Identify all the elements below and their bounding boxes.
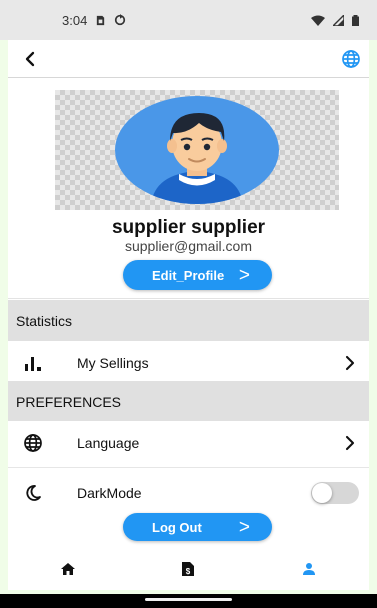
- chevron-right-icon: [345, 355, 355, 371]
- status-right: [311, 14, 359, 26]
- preferences-header: PREFERENCES: [8, 381, 369, 422]
- signal-icon: [333, 14, 344, 26]
- app-bar: [8, 40, 369, 78]
- log-out-button[interactable]: Log Out >: [123, 513, 272, 541]
- nav-orders[interactable]: $: [158, 548, 218, 590]
- log-out-label: Log Out: [152, 519, 202, 535]
- statistics-header-label: Statistics: [16, 312, 73, 329]
- avatar: [55, 90, 339, 210]
- darkmode-toggle[interactable]: [311, 482, 359, 504]
- wifi-icon: [311, 15, 325, 26]
- row-divider: [8, 467, 369, 468]
- sync-icon: [115, 14, 126, 26]
- svg-text:$: $: [186, 567, 191, 576]
- profile-name: supplier supplier: [111, 217, 266, 238]
- language-button[interactable]: [341, 49, 361, 69]
- status-time: 3:04: [62, 12, 88, 28]
- darkmode-label: DarkMode: [77, 485, 142, 501]
- nav-home[interactable]: [38, 548, 98, 590]
- my-sellings-label: My Sellings: [77, 355, 149, 371]
- edit-profile-button[interactable]: Edit_Profile >: [123, 260, 272, 290]
- chevron-right-icon: [345, 435, 355, 451]
- chevron-right-icon: >: [238, 516, 250, 538]
- globe-icon: [342, 49, 360, 68]
- statistics-header: Statistics: [8, 300, 369, 341]
- bottom-nav: $: [8, 548, 369, 590]
- language-label: Language: [77, 435, 140, 451]
- preferences-header-label: PREFERENCES: [16, 393, 122, 410]
- my-sellings-row[interactable]: My Sellings: [8, 341, 369, 385]
- edit-profile-label: Edit_Profile: [152, 267, 225, 283]
- back-button[interactable]: [22, 50, 40, 68]
- person-avatar: [115, 96, 279, 204]
- person-icon: [302, 563, 315, 575]
- arrow-back-icon: [25, 51, 35, 66]
- status-bar: 3:04: [0, 0, 377, 40]
- profile-email: supplier@gmail.com: [124, 238, 253, 254]
- home-icon: [61, 563, 76, 575]
- nav-profile[interactable]: [279, 548, 339, 590]
- profile-section: supplier supplier supplier@gmail.com Edi…: [8, 78, 369, 299]
- globe-icon: [22, 432, 44, 454]
- bar-chart-icon: [22, 352, 44, 374]
- toggle-knob: [312, 483, 332, 503]
- battery-icon: [352, 14, 359, 26]
- home-gesture-handle[interactable]: [145, 598, 232, 601]
- moon-icon: [22, 482, 44, 504]
- document-dollar-icon: $: [182, 562, 195, 576]
- chevron-right-icon: >: [238, 264, 250, 286]
- sim-card-icon: [97, 15, 105, 25]
- darkmode-row: DarkMode: [8, 469, 369, 517]
- system-nav-bar: [0, 594, 377, 608]
- status-left: 3:04: [62, 13, 126, 28]
- language-row[interactable]: Language: [8, 421, 369, 465]
